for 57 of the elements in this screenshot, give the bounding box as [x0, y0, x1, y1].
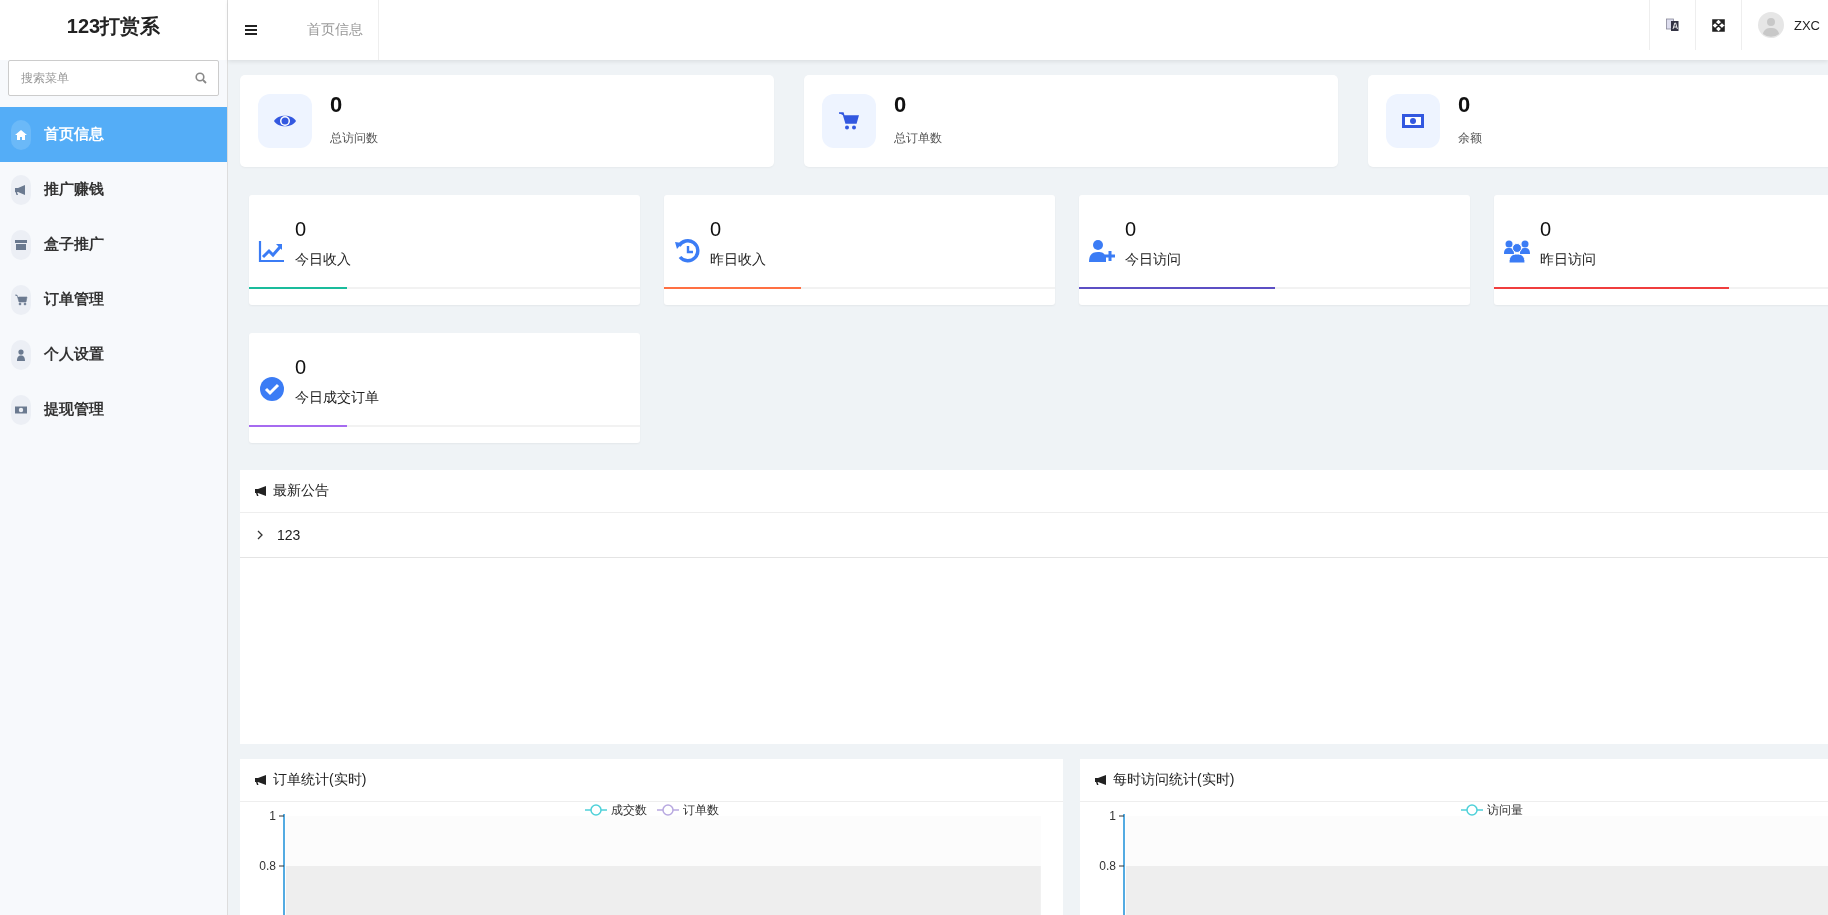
fullscreen-icon[interactable] [1712, 18, 1725, 32]
stat-value: 0 [295, 217, 308, 241]
stat-value: 0 [1540, 217, 1553, 241]
sidebar-item[interactable]: 个人设置 [0, 327, 227, 382]
stat-label: 今日收入 [295, 250, 351, 269]
y-tick-label: 1 [1109, 809, 1116, 823]
summary-label: 余额 [1458, 129, 1482, 147]
chevron-icon [256, 530, 264, 540]
notice-item[interactable]: 123 [240, 513, 1828, 558]
bullhorn-icon [11, 174, 31, 205]
legend-item[interactable]: 订单数 [656, 802, 719, 818]
stat-value: 0 [710, 217, 723, 241]
cart-icon [822, 94, 876, 148]
app-logo-text: 123打赏系 [0, 0, 227, 60]
home-icon [11, 119, 31, 150]
stat-label: 今日成交订单 [295, 388, 379, 407]
stat-value: 0 [1125, 217, 1138, 241]
history-icon [673, 238, 701, 264]
chart-icon [258, 238, 286, 264]
bullhorn-icon [254, 774, 268, 786]
stat-label: 今日访问 [1125, 250, 1181, 269]
money-icon [11, 394, 31, 425]
users-icon [1503, 238, 1531, 264]
user-icon [11, 339, 31, 370]
stat-label: 昨日收入 [710, 250, 766, 269]
y-tick-label: 0.8 [259, 859, 276, 873]
summary-value: 0 [1458, 91, 1472, 118]
summary-label: 总订单数 [894, 129, 942, 147]
sidebar-item[interactable]: 订单管理 [0, 272, 227, 327]
cart-icon [11, 284, 31, 315]
search-icon [195, 72, 207, 84]
archive-icon [11, 229, 31, 260]
menu-search-field[interactable]: 搜索菜单 [8, 60, 219, 96]
summary-label: 总访问数 [330, 129, 378, 147]
stat-label: 昨日访问 [1540, 250, 1596, 269]
stat-value: 0 [295, 355, 308, 379]
money-icon [1386, 94, 1440, 148]
y-tick-label: 0.8 [1099, 859, 1116, 873]
userplus-icon [1088, 238, 1116, 264]
translate-icon[interactable] [1666, 18, 1679, 32]
summary-value: 0 [894, 91, 908, 118]
sidebar-item[interactable]: 提现管理 [0, 382, 227, 437]
eye-icon [258, 94, 312, 148]
bullhorn-icon [1094, 774, 1108, 786]
panel-title: 最新公告 [273, 482, 329, 500]
check-icon [258, 376, 286, 402]
y-tick-label: 1 [269, 809, 276, 823]
legend-item[interactable]: 访问量 [1460, 802, 1523, 818]
sidebar-item[interactable]: 推广赚钱 [0, 162, 227, 217]
summary-value: 0 [330, 91, 344, 118]
menu-icon[interactable] [245, 25, 257, 35]
panel-title: 订单统计(实时) [273, 771, 367, 789]
bullhorn-icon [254, 485, 268, 497]
legend-item[interactable]: 成交数 [584, 802, 647, 818]
panel-title: 每时访问统计(实时) [1113, 771, 1235, 789]
user-name[interactable]: ZXC [1794, 17, 1820, 33]
sidebar-item[interactable]: 盒子推广 [0, 217, 227, 272]
